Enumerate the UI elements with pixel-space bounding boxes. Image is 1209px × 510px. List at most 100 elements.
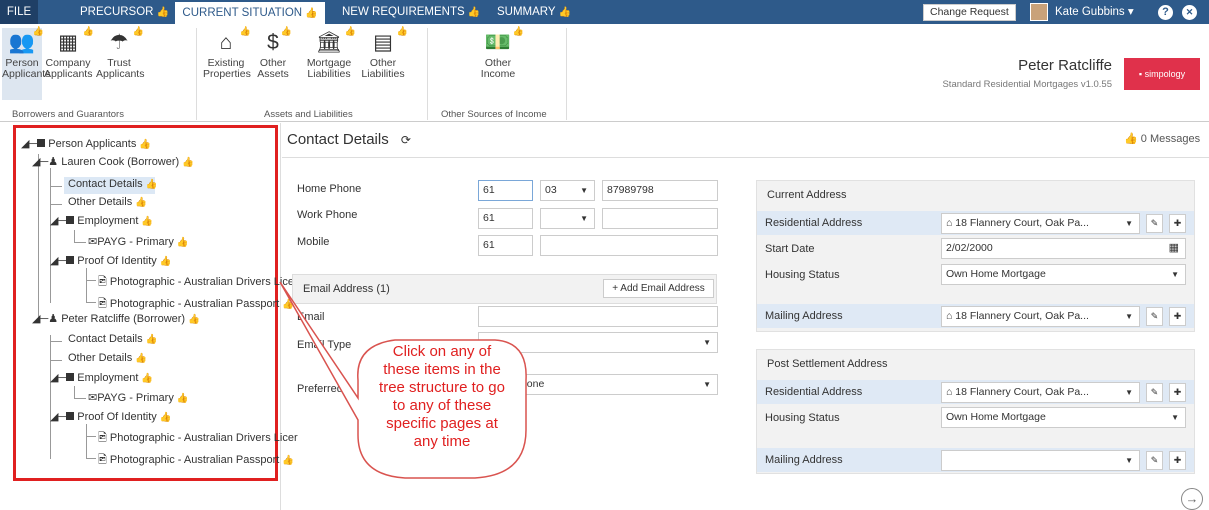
tree-node-drivers-licence[interactable]: 🖻 Photographic - Australian Drivers Lice… [98,273,298,292]
mobile-number[interactable] [540,235,718,256]
mobile-country-code[interactable]: 61 [478,235,533,256]
tab-file[interactable]: FILE [0,0,38,24]
chevron-down-icon: ▼ [1125,219,1133,228]
envelope-icon: ✉ [88,392,98,404]
edit-icon[interactable]: ✎ [1146,214,1163,233]
company-applicants-button[interactable]: ▦ Company Applicants 👍 [44,26,94,80]
page-title: Contact Details ⟳ [287,131,411,148]
simpology-logo: ▪ simpology [1124,58,1200,90]
tree-node-employment[interactable]: ◢─ Employment 👍 [50,214,153,227]
thumb-icon: 👍 [305,8,318,19]
tree-node-borrower-peter[interactable]: ◢─♟ Peter Ratcliffe (Borrower) 👍 [32,312,200,325]
thumb-icon: 👍 [396,26,408,36]
thumb-icon: 👍 [280,26,292,36]
mailing-address-label: Mailing Address [765,454,843,466]
divider [282,157,1209,158]
group-label: Other Sources of Income [441,109,547,120]
tab-new-requirements[interactable]: NEW REQUIREMENTS 👍 [342,0,480,24]
image-icon: 🖻 [98,454,107,466]
tree-node-contact-details[interactable]: Contact Details 👍 [68,333,157,345]
edit-icon[interactable]: ✎ [1146,451,1163,470]
home-icon: ⌂ [946,310,953,322]
mailing-address-row: Mailing Address ⌂ 18 Flannery Court, Oak… [757,304,1194,328]
help-icon[interactable]: ? [1158,5,1173,20]
close-icon[interactable]: ✕ [1182,5,1197,20]
home-phone-country-code[interactable]: 61 [478,180,533,201]
housing-status-select[interactable]: Own Home Mortgage ▼ [941,407,1186,428]
tab-precursor[interactable]: PRECURSOR 👍 [80,0,169,24]
refresh-icon[interactable]: ⟳ [401,133,411,147]
residential-address-select[interactable]: ⌂ 18 Flannery Court, Oak Pa... ▼ [941,213,1140,234]
profile-name: Peter Ratcliffe [1018,57,1112,74]
mailing-address-select[interactable]: ▼ [941,450,1140,471]
thumb-icon: 👍 [156,7,169,18]
chevron-down-icon: ▼ [1125,456,1133,465]
home-phone-area-code[interactable]: 03 ▼ [540,180,595,201]
tab-current-situation[interactable]: CURRENT SITUATION 👍 [175,2,325,24]
tree-node-person-applicants[interactable]: ◢─ Person Applicants 👍 [21,137,151,150]
residential-address-select[interactable]: ⌂ 18 Flannery Court, Oak Pa... ▼ [941,382,1140,403]
add-icon[interactable]: ✚ [1169,214,1186,233]
home-phone-number[interactable]: 87989798 [602,180,718,201]
calendar-icon: ▦ [1168,242,1179,254]
edit-icon[interactable]: ✎ [1146,383,1163,402]
residential-address-row: Residential Address ⌂ 18 Flannery Court,… [757,211,1194,235]
add-icon[interactable]: ✚ [1169,307,1186,326]
chevron-down-icon: ▼ [1171,413,1179,422]
top-nav-bar: FILE PRECURSOR 👍 CURRENT SITUATION 👍 NEW R… [0,0,1209,24]
work-phone-number[interactable] [602,208,718,229]
navigation-tree: ◢─ Person Applicants 👍 ◢─♟ Lauren Cook (Bo… [13,125,298,481]
tree-node-drivers-licence[interactable]: 🖻 Photographic - Australian Drivers Lice… [98,429,298,448]
mailing-address-select[interactable]: ⌂ 18 Flannery Court, Oak Pa... ▼ [941,306,1140,327]
tree-node-payg[interactable]: ✉PAYG - Primary 👍 [88,391,189,404]
edit-icon[interactable]: ✎ [1146,307,1163,326]
divider [566,28,567,120]
home-icon: ⌂ [946,217,953,229]
thumb-icon: 👍 [512,26,524,36]
tree-node-other-details[interactable]: Other Details 👍 [68,196,147,208]
thumb-icon: 👍 [1124,133,1138,145]
mortgage-liabilities-button[interactable]: 🏛 Mortgage Liabilities 👍 [304,26,356,80]
tree-node-passport[interactable]: 🖻 Photographic - Australian Passport 👍 [98,451,294,470]
post-settlement-panel: Post Settlement Address Residential Addr… [756,349,1195,474]
residential-address-row: Residential Address ⌂ 18 Flannery Court,… [757,380,1194,404]
tree-node-borrower-lauren[interactable]: ◢─♟ Lauren Cook (Borrower) 👍 [32,155,194,168]
other-liabilities-button[interactable]: ▤ Other Liabilities 👍 [360,26,408,80]
existing-properties-button[interactable]: ⌂ Existing Properties 👍 [203,26,251,80]
user-menu[interactable]: Kate Gubbins ▾ [1055,0,1134,24]
housing-status-select[interactable]: Own Home Mortgage ▼ [941,264,1186,285]
housing-status-label: Housing Status [765,412,840,424]
add-icon[interactable]: ✚ [1169,451,1186,470]
avatar [1030,3,1048,21]
next-arrow-icon[interactable]: → [1181,488,1203,510]
work-phone-area-code[interactable]: ▼ [540,208,595,229]
tree-node-employment[interactable]: ◢─ Employment 👍 [50,371,153,384]
tree-node-other-details[interactable]: Other Details 👍 [68,352,147,364]
envelope-icon: ✉ [88,236,98,248]
work-phone-label: Work Phone [297,209,358,221]
add-icon[interactable]: ✚ [1169,383,1186,402]
tree-node-proof-of-identity[interactable]: ◢─ Proof Of Identity 👍 [50,254,172,267]
start-date-label: Start Date [765,243,815,255]
ribbon-toolbar: 👥 Person Applicants 👍 ▦ Company Applicants 👍… [0,24,1209,122]
start-date-field[interactable]: 2/02/2000 ▦ [941,238,1186,259]
chevron-down-icon: ▼ [580,214,588,223]
add-email-button[interactable]: + Add Email Address [603,279,714,298]
trust-applicants-button[interactable]: ☂ Trust Applicants 👍 [96,26,144,80]
tree-node-payg[interactable]: ✉PAYG - Primary 👍 [88,235,189,248]
messages-indicator[interactable]: 👍 0 Messages [1124,132,1200,145]
tree-node-proof-of-identity[interactable]: ◢─ Proof Of Identity 👍 [50,410,172,423]
person-applicants-button[interactable]: 👥 Person Applicants 👍 [2,26,50,100]
panel-title: Post Settlement Address [767,358,888,370]
other-income-button[interactable]: 💵 Other Income 👍 [474,26,524,80]
residential-address-label: Residential Address [765,217,863,229]
tab-summary[interactable]: SUMMARY 👍 [497,0,571,24]
other-assets-button[interactable]: $ Other Assets 👍 [256,26,292,80]
chevron-down-icon: ▼ [1171,270,1179,279]
chevron-down-icon: ▼ [1125,388,1133,397]
thumb-icon: 👍 [344,26,356,36]
work-phone-country-code[interactable]: 61 [478,208,533,229]
tree-node-contact-details[interactable]: Contact Details 👍 [68,178,157,190]
change-request-button[interactable]: Change Request [923,4,1016,21]
thumb-icon: 👍 [32,26,44,36]
